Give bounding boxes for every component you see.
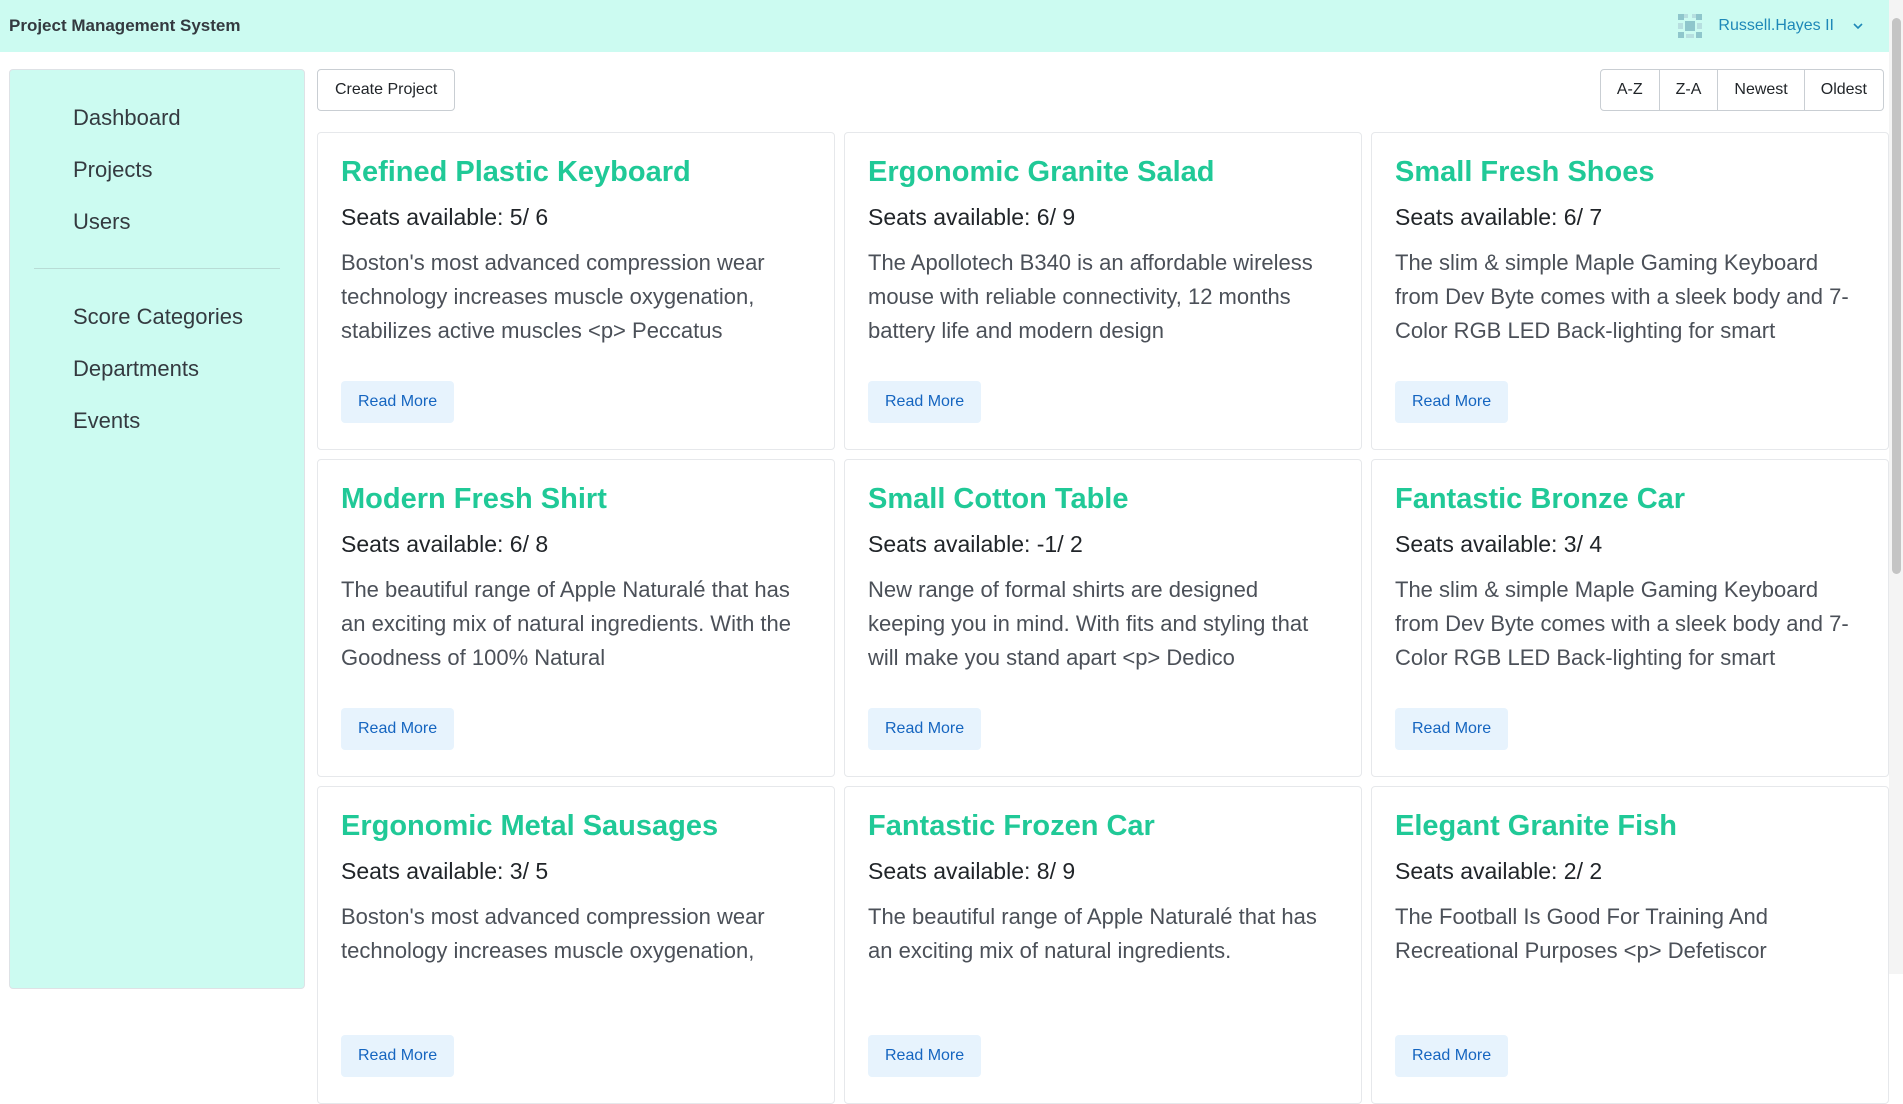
seats-available: Seats available: 2/ 2 (1395, 858, 1603, 884)
scrollbar-thumb[interactable] (1892, 18, 1901, 574)
project-card: Small Fresh Shoes Seats available: 6/ 7 … (1371, 132, 1889, 450)
avatar-icon[interactable] (1676, 12, 1705, 40)
seats-available: Seats available: 3/ 5 (341, 858, 549, 884)
project-card: Ergonomic Metal Sausages Seats available… (317, 786, 835, 1104)
project-description: The beautiful range of Apple Naturalé th… (868, 904, 1317, 963)
top-navbar: Project Management System Russell.Hayes … (0, 0, 1903, 52)
read-more-button[interactable]: Read More (341, 1035, 455, 1077)
seats-available: Seats available: 3/ 4 (1395, 531, 1603, 557)
read-more-button[interactable]: Read More (1395, 708, 1509, 750)
read-more-button[interactable]: Read More (341, 381, 455, 423)
sidebar-item-projects[interactable]: Projects (10, 144, 304, 196)
project-description: The slim & simple Maple Gaming Keyboard … (1395, 250, 1849, 343)
main-content: Create Project A-Z Z-A Newest Oldest Ref… (317, 69, 1889, 1104)
read-more-button[interactable]: Read More (868, 1035, 982, 1077)
sort-newest-button[interactable]: Newest (1718, 69, 1805, 111)
project-title: Refined Plastic Keyboard (341, 156, 691, 188)
project-title: Ergonomic Metal Sausages (341, 810, 719, 842)
sidebar-item-users[interactable]: Users (10, 196, 304, 248)
sidebar-item-score-categories[interactable]: Score Categories (10, 291, 304, 343)
sidebar-divider (34, 268, 280, 269)
toolbar: Create Project A-Z Z-A Newest Oldest (317, 69, 1887, 111)
page-scrollbar[interactable] (1889, 0, 1903, 974)
sidebar-item-dashboard[interactable]: Dashboard (10, 92, 304, 144)
project-title: Small Cotton Table (868, 483, 1129, 515)
project-title: Small Fresh Shoes (1395, 156, 1655, 188)
sort-oldest-button[interactable]: Oldest (1804, 69, 1884, 111)
project-card: Fantastic Frozen Car Seats available: 8/… (844, 786, 1362, 1104)
project-title: Fantastic Frozen Car (868, 810, 1155, 842)
sidebar-item-events[interactable]: Events (10, 395, 304, 447)
project-card: Refined Plastic Keyboard Seats available… (317, 132, 835, 450)
seats-available: Seats available: 6/ 9 (868, 204, 1076, 230)
project-description: The slim & simple Maple Gaming Keyboard … (1395, 577, 1849, 670)
project-title: Ergonomic Granite Salad (868, 156, 1215, 188)
sort-button-group: A-Z Z-A Newest Oldest (1599, 69, 1884, 111)
project-description: Boston's most advanced compression wear … (341, 250, 765, 343)
sort-a-z-button[interactable]: A-Z (1599, 69, 1660, 111)
project-card: Ergonomic Granite Salad Seats available:… (844, 132, 1362, 450)
project-title: Elegant Granite Fish (1395, 810, 1677, 842)
project-description: Boston's most advanced compression wear … (341, 904, 765, 963)
app-title[interactable]: Project Management System (9, 16, 240, 36)
sidebar-item-departments[interactable]: Departments (10, 343, 304, 395)
project-card: Elegant Granite Fish Seats available: 2/… (1371, 786, 1889, 1104)
read-more-button[interactable]: Read More (1395, 381, 1509, 423)
create-project-button[interactable]: Create Project (317, 69, 456, 111)
read-more-button[interactable]: Read More (1395, 1035, 1509, 1077)
project-grid: Refined Plastic Keyboard Seats available… (317, 132, 1889, 1104)
chevron-down-icon[interactable] (1852, 20, 1864, 32)
user-name[interactable]: Russell.Hayes II (1718, 17, 1834, 35)
user-menu[interactable]: Russell.Hayes II (1676, 12, 1864, 40)
sort-z-a-button[interactable]: Z-A (1659, 69, 1719, 111)
sidebar: Dashboard Projects Users Score Categorie… (9, 69, 305, 989)
project-title: Fantastic Bronze Car (1395, 483, 1686, 515)
project-description: The beautiful range of Apple Naturalé th… (341, 577, 792, 670)
seats-available: Seats available: 8/ 9 (868, 858, 1076, 884)
read-more-button[interactable]: Read More (341, 708, 455, 750)
project-card: Modern Fresh Shirt Seats available: 6/ 8… (317, 459, 835, 777)
project-card: Fantastic Bronze Car Seats available: 3/… (1371, 459, 1889, 777)
project-card: Small Cotton Table Seats available: -1/ … (844, 459, 1362, 777)
seats-available: Seats available: -1/ 2 (868, 531, 1083, 557)
seats-available: Seats available: 6/ 8 (341, 531, 549, 557)
read-more-button[interactable]: Read More (868, 381, 982, 423)
project-title: Modern Fresh Shirt (341, 483, 607, 515)
seats-available: Seats available: 6/ 7 (1395, 204, 1603, 230)
seats-available: Seats available: 5/ 6 (341, 204, 549, 230)
read-more-button[interactable]: Read More (868, 708, 982, 750)
project-description: The Apollotech B340 is an affordable wir… (868, 250, 1313, 343)
project-description: The Football Is Good For Training And Re… (1395, 904, 1768, 963)
project-description: New range of formal shirts are designed … (868, 577, 1309, 670)
